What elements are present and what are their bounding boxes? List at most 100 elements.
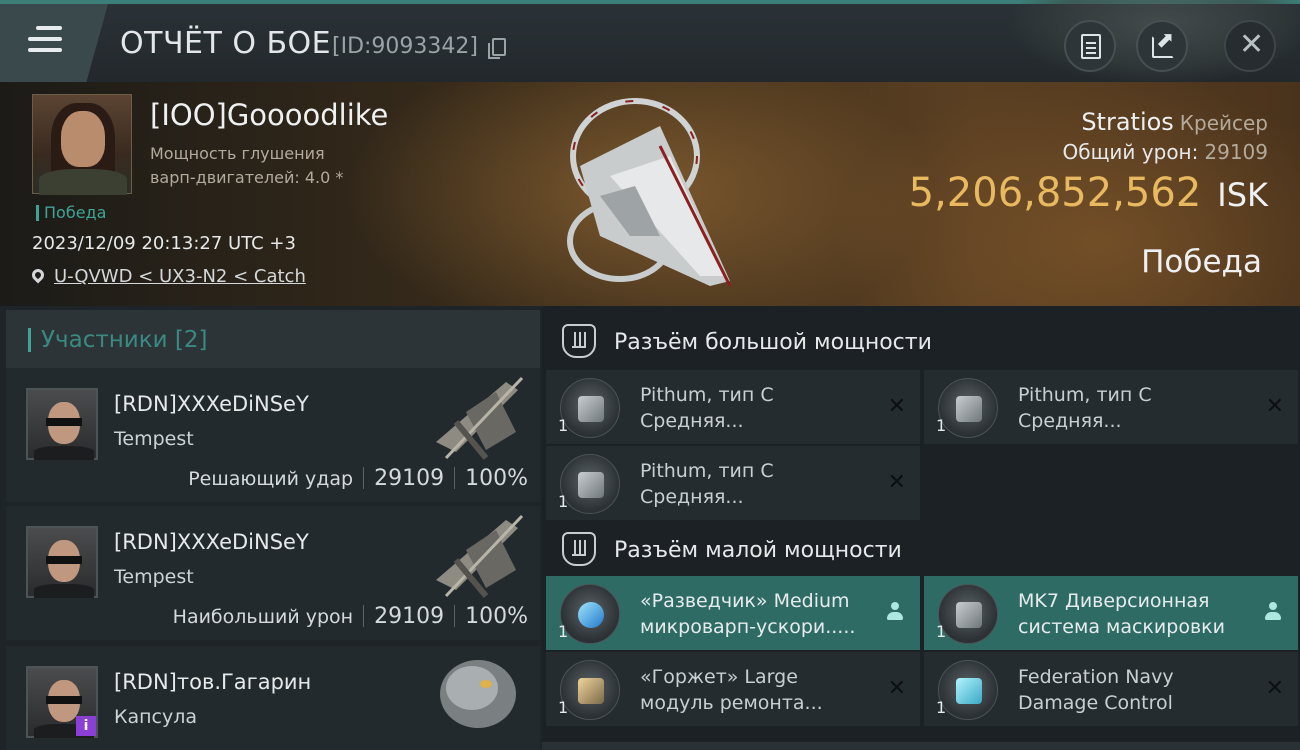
damage-control-module-icon [938,660,998,720]
high-slot-title: Разъём большой мощности [614,330,932,355]
module-qty: 1 [558,492,569,511]
location-route[interactable]: U-QVWD < UX3-N2 < Catch [54,266,306,287]
module-item[interactable]: 1 MK7 Диверсионная система маскировки [924,576,1298,650]
destroyed-icon: ✕ [887,470,906,495]
module-name-line1: Federation Navy [1018,666,1174,688]
victim-portrait[interactable] [32,94,132,195]
participant-percent: 100% [465,604,528,629]
participant-avatar [26,388,98,460]
module-item[interactable]: 1 «Горжет» Large модуль ремонта... ✕ [546,652,920,726]
victim-stat-line1: Мощность глушения [150,144,325,163]
victim-ship[interactable]: Stratios Крейсер [1081,108,1268,136]
participant-name: [RDN]XXXeDiNSeY [114,392,309,416]
module-name: Pithum, тип C Средняя... [640,382,876,434]
destroyed-icon: ✕ [1265,676,1284,701]
participant-stats: Наибольший урон 29109 100% [173,604,528,629]
participant-ship: Tempest [114,428,194,450]
participant-avatar: i [26,666,98,738]
participant-damage: 29109 [374,604,445,629]
top-bar: ОТЧЁТ О БОЕ [ID:9093342] ✕ [0,0,1300,84]
module-name-line2: модуль ремонта... [640,692,823,714]
module-name: Pithum, тип C Средняя... [1018,382,1254,434]
victim-pilot-name[interactable]: [IOO]Goooodlike [150,98,388,132]
module-name: «Горжет» Large модуль ремонта... [640,664,876,716]
participant-row[interactable]: i [RDN]тов.Гагарин Капсула [6,646,540,750]
dropped-person-icon [1264,602,1282,622]
participants-title: Участники [2] [28,328,207,352]
module-item[interactable]: 1 Federation Navy Damage Control ✕ [924,652,1298,726]
low-slot-icon [562,532,596,566]
module-name: Pithum, тип C Средняя... [640,458,876,510]
turret-module-icon [560,378,620,438]
isk-unit: ISK [1217,176,1268,214]
close-button[interactable]: ✕ [1224,20,1276,72]
participant-row[interactable]: [RDN]XXXeDiNSeY Tempest Наибольший урон 2… [6,506,540,640]
participant-row[interactable]: [RDN]XXXeDiNSeY Tempest Решающий удар 291… [6,368,540,502]
battle-outcome: Победа [1141,244,1262,280]
participant-damage: 29109 [374,466,445,491]
module-name: MK7 Диверсионная система маскировки [1018,588,1254,640]
module-name: Federation Navy Damage Control [1018,664,1254,716]
participant-ship-icon [436,376,524,460]
module-qty: 1 [558,698,569,717]
participants-panel: Участники [2] [RDN]XXXeDiNSeY Tempest Ре… [0,306,542,750]
fitting-panel: Разъём большой мощности 1 Pithum, тип C … [542,306,1300,750]
page-title: ОТЧЁТ О БОЕ [120,26,332,61]
destroyed-icon: ✕ [887,394,906,419]
module-item[interactable]: 1 Pithum, тип C Средняя... ✕ [546,370,920,444]
next-section-edge [542,742,1300,750]
report-id: [ID:9093342] [332,34,478,59]
total-damage-value: 29109 [1204,140,1268,164]
info-badge-icon: i [76,716,96,736]
module-qty: 1 [936,698,947,717]
turret-module-icon [560,454,620,514]
total-damage-label: Общий урон: [1062,140,1199,164]
participant-role: Решающий удар [188,468,354,490]
copy-icon[interactable] [488,38,506,59]
destroyed-icon: ✕ [1265,394,1284,419]
total-damage: Общий урон: 29109 [1063,140,1268,164]
module-name-line2: Средняя... [640,410,744,432]
hamburger-icon [28,26,62,56]
share-button[interactable] [1136,20,1188,72]
module-item[interactable]: 1 Pithum, тип C Средняя... ✕ [546,446,920,520]
battle-location[interactable]: U-QVWD < UX3-N2 < Catch [29,266,306,287]
isk-value: 5,206,852,562 ISK [909,170,1268,216]
result-tag: Победа [36,205,106,221]
capsule-icon [440,660,516,728]
victim-ship-class: Крейсер [1179,111,1268,135]
isk-amount: 5,206,852,562 [908,170,1202,216]
participant-avatar [26,526,98,598]
victim-ship-image [567,98,732,287]
victim-summary: [IOO]Goooodlike Мощность глушения варп-д… [0,82,1300,306]
cloaking-module-icon [938,584,998,644]
menu-button[interactable] [0,4,108,82]
module-item[interactable]: 1 Pithum, тип C Средняя... ✕ [924,370,1298,444]
clipboard-button[interactable] [1064,20,1116,72]
module-qty: 1 [936,416,947,435]
module-name-line2: Средняя... [1018,410,1122,432]
module-name-line1: Pithum, тип C [1018,384,1152,406]
module-name-line1: Pithum, тип C [640,384,774,406]
battle-datetime: 2023/12/09 20:13:27 UTC +3 [32,233,296,254]
participant-ship: Капсула [114,706,198,728]
participants-header: Участники [2] [6,310,540,368]
module-name-line2: Damage Control [1018,692,1173,714]
low-slot-title: Разъём малой мощности [614,538,902,563]
high-slot-icon [562,324,596,358]
participant-role: Наибольший урон [172,606,354,628]
module-name-line1: «Горжет» Large [640,666,798,688]
close-icon: ✕ [1239,27,1265,62]
dropped-person-icon [886,602,904,622]
module-qty: 1 [936,622,947,641]
participant-name: [RDN]тов.Гагарин [114,670,312,694]
victim-stat-line2: варп-двигателей: 4.0 * [150,168,344,187]
module-item[interactable]: 1 «Разведчик» Medium микроварп-ускори...… [546,576,920,650]
high-slot-header: Разъём большой мощности [542,310,1300,370]
module-qty: 1 [558,622,569,641]
module-name-line1: Pithum, тип C [640,460,774,482]
victim-stat: Мощность глушения варп-двигателей: 4.0 * [150,142,343,190]
module-qty: 1 [558,416,569,435]
participant-ship-icon [436,514,524,598]
clipboard-icon [1081,34,1101,59]
